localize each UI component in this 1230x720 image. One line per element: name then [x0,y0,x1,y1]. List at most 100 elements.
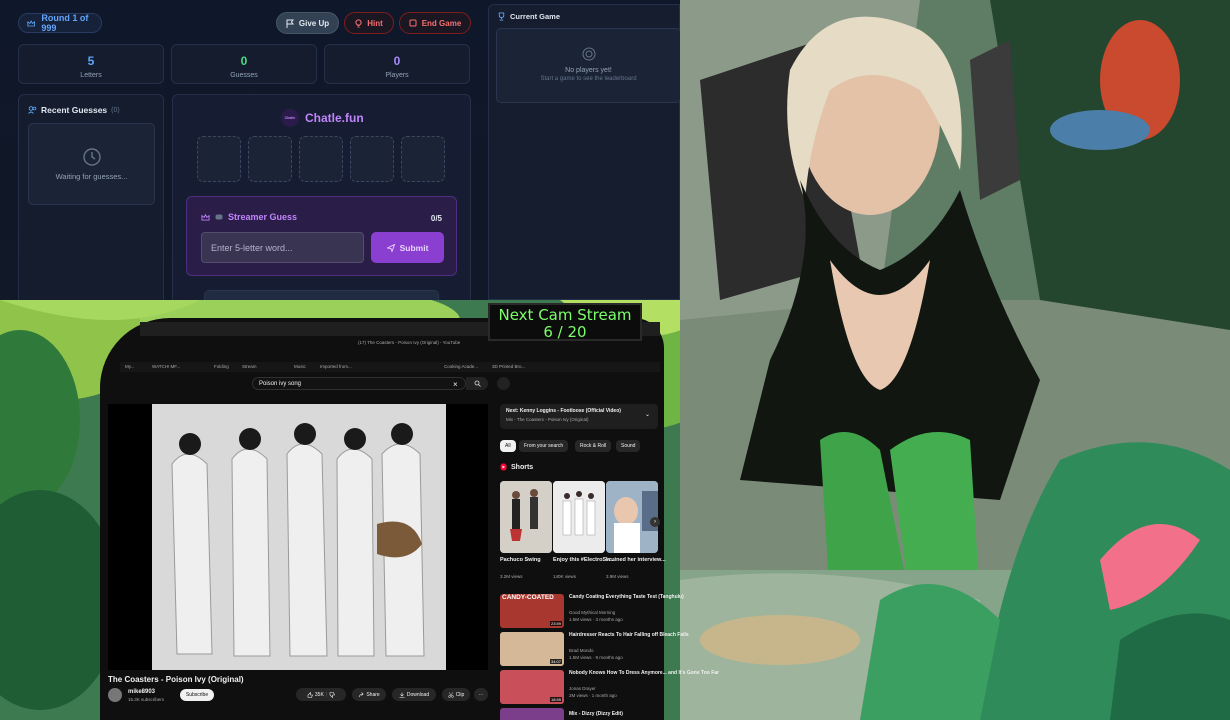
share-button[interactable]: Share [352,688,386,701]
tab-title: (17) The Coasters - Poison Ivy (Original… [358,340,461,345]
search-query: Poison ivy song [259,381,302,387]
subscribe-button[interactable]: Subscribe [180,689,214,701]
brand-title: Chatle.fun [305,111,364,125]
gamepad-icon [215,214,223,220]
bookmark-item[interactable]: My... [125,364,134,369]
game-overlay: Round 1 of 999 Give Up Hint End Game 5 L… [0,0,680,300]
chevron-down-icon[interactable]: ⌄ [645,411,650,418]
video-list-title: Candy Coating Everything Taste Test (Tan… [569,594,684,600]
channel-name[interactable]: mike8903 [128,689,155,695]
leaderboard-empty: No players yet! Start a game to see the … [496,28,680,103]
video-thumbnail[interactable]: CANDY-COATED 23:59 [500,594,564,628]
youtube-search-bar[interactable]: Poison ivy song × [252,377,466,390]
stat-label: Letters [80,72,102,79]
end-game-button[interactable]: End Game [399,12,471,34]
stat-label: Players [385,72,409,79]
channel-avatar[interactable] [108,688,122,702]
shorts-next-button[interactable]: › [650,517,660,527]
chip-label: Sound [621,443,636,449]
next-up-title: Next: Kenny Loggins - Footloose (Officia… [506,408,621,414]
stat-value: 0 [393,54,401,68]
like-button[interactable]: 35K | [296,688,346,701]
chip-rock-and-roll[interactable]: Rock & Roll [575,440,612,452]
video-title: The Coasters - Poison Ivy (Original) [108,675,244,684]
clip-button[interactable]: Clip [442,688,470,701]
subscriber-count: 15.3K subscribers [128,697,165,702]
next-cam-counter: Next Cam Stream 6 / 20 [488,303,642,341]
counter-title: Next Cam Stream [498,306,632,324]
chatle-logo: Chatle [281,109,299,127]
thumbs-down-icon [329,691,336,698]
bookmark-item[interactable]: Imported from... [320,364,352,369]
guess-input[interactable]: Enter 5-letter word... [201,232,364,263]
chip-sound[interactable]: Sound [616,440,641,452]
send-icon [386,243,395,252]
video-list-title: Hairdresser Reacts To Hair Falling off B… [569,632,689,638]
short-title: Pachuco Swing [500,557,541,563]
stat-label: Guesses [230,72,258,79]
recent-guesses-count: (0) [111,106,120,114]
no-players-sub: Start a game to see the leaderboard [540,76,637,82]
short-title: I ruined her interview... [606,557,666,563]
end-game-label: End Game [421,18,462,28]
short-thumbnail[interactable] [553,481,605,553]
clock-icon [83,148,101,166]
current-game-title: Current Game [510,12,561,21]
scissors-icon [447,691,454,698]
next-up-card[interactable]: Next: Kenny Loggins - Footloose (Officia… [500,404,658,429]
bookmark-item[interactable]: Music [294,364,306,369]
video-player[interactable] [108,404,488,670]
mic-button[interactable] [497,377,510,390]
recent-guesses-panel: Recent Guesses (0) Waiting for guesses..… [18,94,164,300]
download-button[interactable]: Download [392,688,436,701]
shorts-heading: Shorts [511,463,534,471]
video-list-channel: Brad Mondo [569,648,594,653]
give-up-button[interactable]: Give Up [276,12,339,34]
chip-all[interactable]: All [500,440,516,452]
download-label: Download [406,691,430,698]
submit-label: Submit [399,242,429,253]
letter-tile [350,136,394,182]
video-thumbnail[interactable]: 34:07 [500,632,564,666]
short-views: 3.9M views [606,574,629,579]
hint-button[interactable]: Hint [344,12,394,34]
thumbs-up-icon [307,691,313,698]
bookmarks-bar: My... WATCH! MF... Folding Stream Music … [120,362,660,372]
video-list-meta: 1.5M views · 9 months ago [569,655,623,660]
stat-letters: 5 Letters [18,44,164,84]
bookmark-item[interactable]: Stream [242,364,257,369]
current-game-panel: Current Game No players yet! Start a gam… [488,4,680,300]
next-up-subtitle: Mix - The Coasters - Poison Ivy (Origina… [506,417,589,422]
video-frame-photo [152,404,446,670]
clip-label: Clip [455,691,465,698]
bookmark-item[interactable]: 3D Printed Bro... [492,364,525,369]
video-thumbnail[interactable] [500,708,564,720]
thumbnail-overlay-text: CANDY-COATED [502,594,554,601]
short-thumbnail[interactable] [606,481,658,553]
counter-value: 6 / 20 [543,323,587,341]
shorts-icon [500,463,507,471]
users-icon [28,106,37,114]
lightbulb-icon [355,18,362,27]
share-label: Share [366,691,380,698]
flag-icon [286,19,294,28]
short-thumbnail[interactable] [500,481,552,553]
clear-search-icon[interactable]: × [453,380,458,389]
chip-label: Rock & Roll [580,443,607,449]
hint-label: Hint [367,18,383,28]
bookmark-item[interactable]: Folding [214,364,229,369]
chip-from-search[interactable]: From your search [519,440,569,452]
search-icon [474,380,481,387]
submit-button[interactable]: Submit [371,232,444,263]
short-views: 3.2M views [500,574,523,579]
video-thumbnail[interactable]: 18:59 [500,670,564,704]
more-actions-button[interactable]: ⋯ [474,688,488,701]
search-button[interactable] [466,377,488,390]
share-icon [359,691,365,697]
subscribe-label: Subscribe [185,692,209,698]
bookmark-item[interactable]: Cooking Acade... [444,364,478,369]
stat-guesses: 0 Guesses [171,44,317,84]
short-views: 140K views [553,574,577,579]
bookmark-item[interactable]: WATCH! MF... [152,364,180,369]
stat-value: 0 [240,54,248,68]
